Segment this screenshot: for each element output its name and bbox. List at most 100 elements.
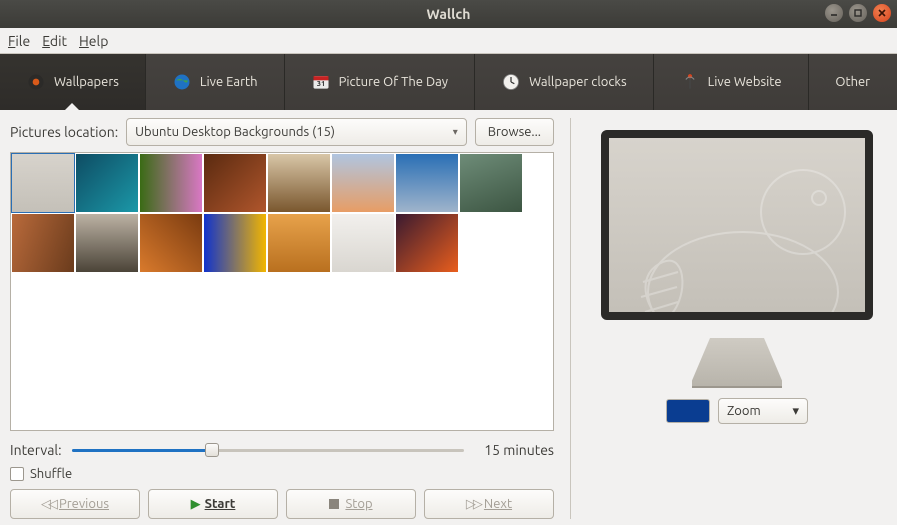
shuffle-checkbox[interactable] (10, 467, 24, 481)
pictures-location-selected: Ubuntu Desktop Backgrounds (15) (135, 125, 335, 139)
thumbnail-image (140, 154, 202, 212)
wallpaper-thumbnail-grid[interactable] (10, 152, 554, 431)
preview-monitor: Beaver_Wallpaper_Grey_4096x2304.png (601, 130, 873, 388)
chevron-down-icon: ▾ (792, 404, 799, 419)
start-button-label: Start (205, 497, 236, 511)
wallpaper-thumbnail[interactable] (395, 153, 459, 213)
chevron-down-icon: ▾ (453, 126, 458, 138)
interval-row: Interval: 15 minutes (10, 437, 554, 463)
left-pane: Pictures location: Ubuntu Desktop Backgr… (10, 118, 554, 519)
tab-live-website[interactable]: Live Website (654, 54, 809, 110)
clock-icon (501, 72, 521, 92)
window-maximize-button[interactable] (849, 4, 867, 22)
previous-button-label: Previous (59, 497, 109, 511)
thumbnail-image (332, 154, 394, 212)
thumbnail-image (396, 214, 458, 272)
interval-label: Interval: (10, 442, 62, 458)
style-mode-combo[interactable]: Zoom ▾ (718, 398, 808, 424)
thumbnail-image (140, 214, 202, 272)
wallpaper-thumbnail[interactable] (75, 153, 139, 213)
window-title: Wallch (0, 6, 897, 22)
preview-screen (601, 130, 873, 320)
thumbnail-image (204, 214, 266, 272)
thumbnail-image (76, 214, 138, 272)
shuffle-row: Shuffle (10, 463, 554, 485)
wallpaper-thumbnail[interactable] (139, 213, 203, 273)
wallpaper-thumbnail[interactable] (395, 213, 459, 273)
menu-edit[interactable]: Edit (42, 33, 67, 49)
thumbnail-image (332, 214, 394, 272)
globe-icon (172, 72, 192, 92)
browse-button[interactable]: Browse... (475, 118, 554, 146)
wallpapers-icon (26, 72, 46, 92)
wallpaper-thumbnail[interactable] (75, 213, 139, 273)
wallpaper-thumbnail[interactable] (11, 153, 75, 213)
tab-wallpaper-clocks[interactable]: Wallpaper clocks (475, 54, 654, 110)
tab-other[interactable]: Other (809, 54, 897, 110)
browse-button-label: Browse... (488, 125, 541, 139)
preview-style-row: Zoom ▾ (666, 398, 808, 424)
thumbnail-image (76, 154, 138, 212)
thumbnail-image (396, 154, 458, 212)
tab-label: Live Website (708, 75, 782, 89)
background-color-swatch[interactable] (666, 399, 710, 423)
window-close-button[interactable] (873, 4, 891, 22)
tab-label: Wallpapers (54, 75, 119, 89)
playback-controls: ◁◁ Previous ▶ Start Stop ▷▷ Next (10, 489, 554, 519)
next-button[interactable]: ▷▷ Next (424, 489, 554, 519)
wallpaper-thumbnail[interactable] (11, 213, 75, 273)
next-button-label: Next (484, 497, 512, 511)
pictures-location-combo[interactable]: Ubuntu Desktop Backgrounds (15) ▾ (126, 118, 467, 146)
stop-button[interactable]: Stop (286, 489, 416, 519)
titlebar: Wallch (0, 0, 897, 28)
stop-icon (329, 499, 339, 509)
wallpaper-thumbnail[interactable] (139, 153, 203, 213)
calendar-icon: 31 (311, 72, 331, 92)
start-button[interactable]: ▶ Start (148, 489, 278, 519)
menu-help[interactable]: Help (79, 33, 108, 49)
tab-wallpapers[interactable]: Wallpapers (0, 54, 146, 110)
slider-handle[interactable] (205, 443, 219, 457)
thumbnail-image (12, 154, 74, 212)
thumbnail-image (12, 214, 74, 272)
vertical-separator (570, 118, 571, 519)
previous-icon: ◁◁ (41, 497, 55, 512)
stop-button-label: Stop (345, 497, 372, 511)
tab-live-earth[interactable]: Live Earth (146, 54, 285, 110)
interval-slider[interactable] (72, 441, 464, 459)
slider-fill (72, 449, 213, 452)
main-tabs: Wallpapers Live Earth 31 Picture Of The … (0, 54, 897, 110)
wallpaper-thumbnail[interactable] (267, 213, 331, 273)
thumbnail-image (268, 154, 330, 212)
tab-label: Wallpaper clocks (529, 75, 627, 89)
thumbnail-image (460, 154, 522, 212)
wallpaper-thumbnail[interactable] (203, 153, 267, 213)
wallpaper-thumbnail[interactable] (331, 213, 395, 273)
window-controls (825, 4, 891, 22)
next-icon: ▷▷ (466, 497, 480, 512)
pictures-location-row: Pictures location: Ubuntu Desktop Backgr… (10, 118, 554, 146)
tab-label: Live Earth (200, 75, 258, 89)
thumbnail-image (268, 214, 330, 272)
interval-value: 15 minutes (474, 442, 554, 458)
menubar: File Edit Help (0, 28, 897, 54)
style-mode-selected: Zoom (727, 404, 761, 418)
antenna-icon (680, 72, 700, 92)
pictures-location-label: Pictures location: (10, 124, 118, 140)
wallpaper-thumbnail[interactable] (331, 153, 395, 213)
play-icon: ▶ (191, 497, 201, 512)
wallpaper-thumbnail[interactable] (203, 213, 267, 273)
previous-button[interactable]: ◁◁ Previous (10, 489, 140, 519)
tab-label: Picture Of The Day (339, 75, 449, 89)
thumbnail-image (204, 154, 266, 212)
menu-file[interactable]: File (8, 33, 30, 49)
tab-picture-of-the-day[interactable]: 31 Picture Of The Day (285, 54, 476, 110)
tab-label: Other (835, 75, 870, 89)
main-content: Pictures location: Ubuntu Desktop Backgr… (0, 110, 897, 525)
beaver-illustration (633, 142, 873, 320)
wallpaper-thumbnail[interactable] (267, 153, 331, 213)
right-pane: Beaver_Wallpaper_Grey_4096x2304.png Zoom… (587, 118, 887, 519)
wallpaper-thumbnail[interactable] (459, 153, 523, 213)
svg-text:31: 31 (316, 80, 324, 88)
window-minimize-button[interactable] (825, 4, 843, 22)
